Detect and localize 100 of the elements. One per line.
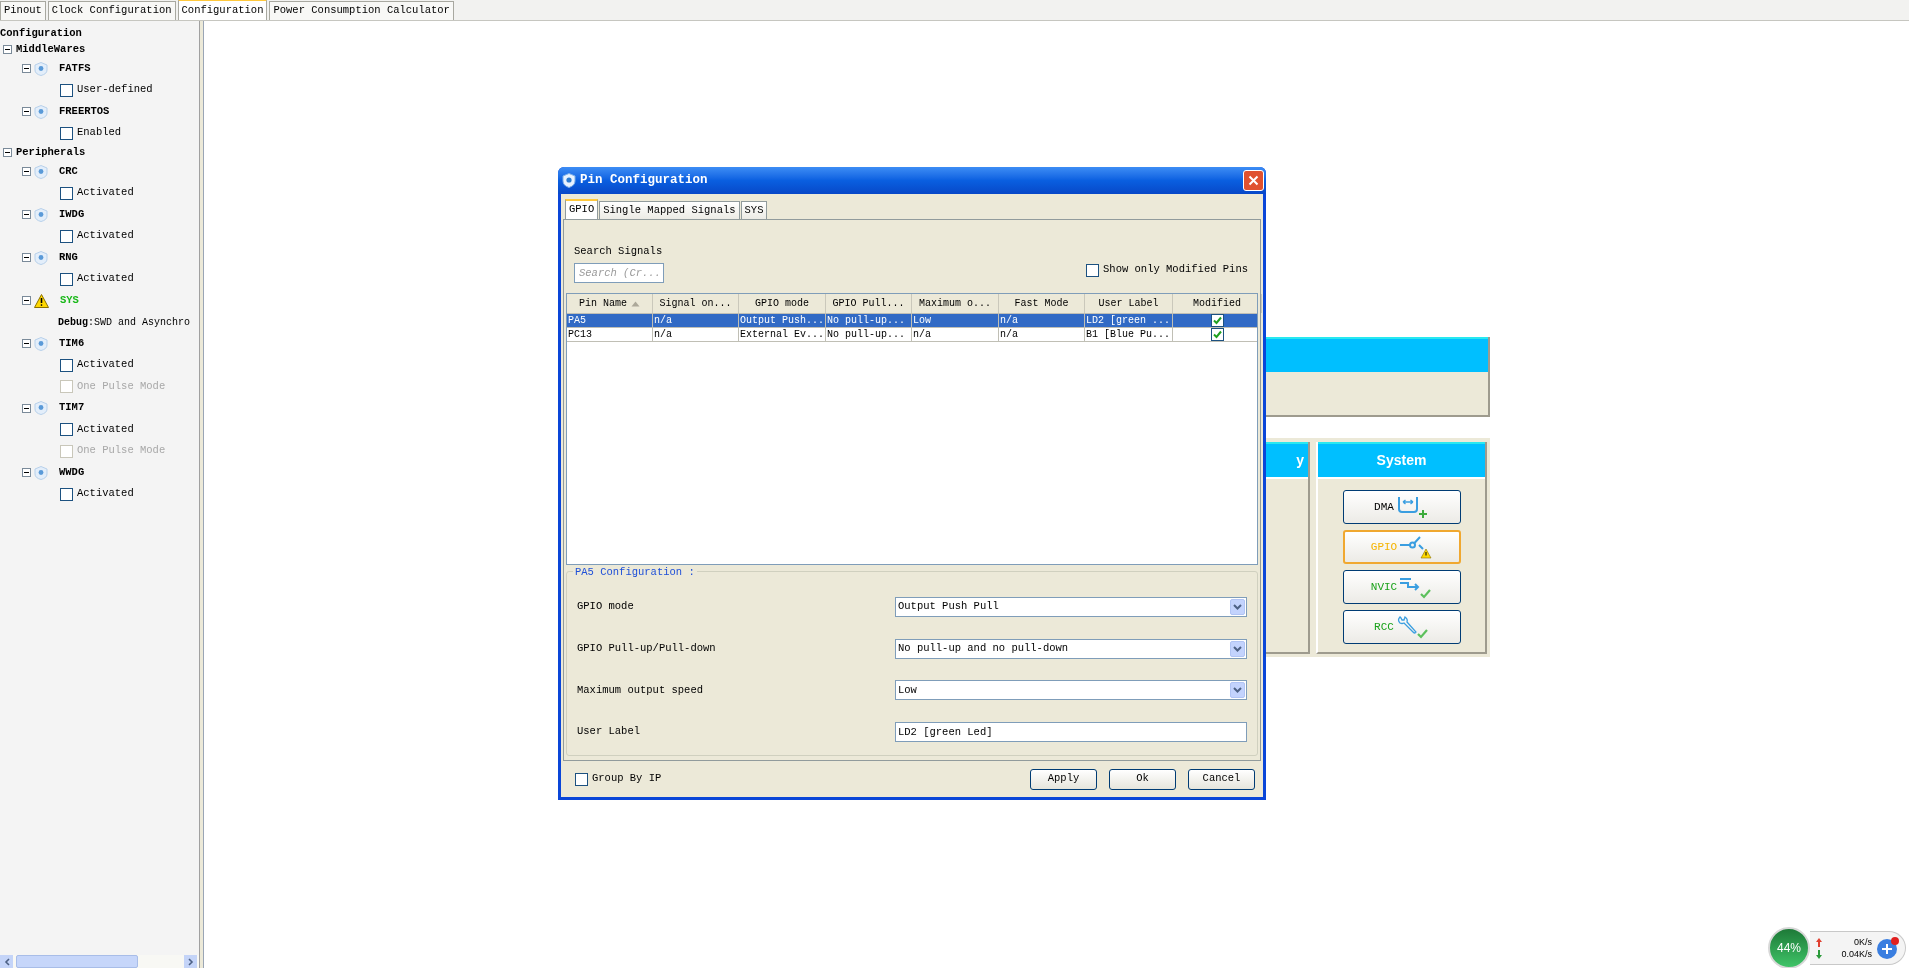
collapse-toggle[interactable] bbox=[22, 167, 31, 177]
table-row[interactable]: PA5 n/a Output Push... No pull-up... Low n/a LD2 [green ... bbox=[567, 314, 1257, 328]
column-header[interactable]: GPIO Pull... bbox=[826, 294, 912, 313]
upload-speed: 0K/s bbox=[1853, 936, 1872, 948]
category-label[interactable]: MiddleWares bbox=[16, 41, 86, 58]
field-label: Maximum output speed bbox=[577, 682, 704, 698]
scrollbar-thumb[interactable] bbox=[16, 955, 138, 968]
option-label: Activated bbox=[77, 421, 134, 437]
upload-arrow-icon bbox=[1816, 937, 1822, 947]
transfer-icon bbox=[1395, 495, 1429, 519]
dialog-tab[interactable]: SYS bbox=[740, 201, 768, 219]
search-field[interactable]: Search (Cr... bbox=[574, 263, 664, 283]
checkbox[interactable] bbox=[575, 772, 588, 786]
dropdown-field[interactable]: Low bbox=[895, 680, 1247, 701]
column-header[interactable]: GPIO mode bbox=[739, 294, 826, 313]
module-label[interactable]: WWDG bbox=[59, 464, 85, 481]
close-button[interactable] bbox=[1243, 170, 1264, 191]
table-cell: LD2 [green ... bbox=[1085, 314, 1173, 327]
scroll-left-button[interactable] bbox=[0, 955, 13, 968]
modified-checkbox[interactable] bbox=[1211, 314, 1224, 327]
dialog-button[interactable]: Cancel bbox=[1188, 768, 1255, 790]
add-icon[interactable] bbox=[1876, 936, 1900, 960]
main-tab[interactable]: Pinout bbox=[0, 1, 46, 20]
column-header[interactable]: User Label bbox=[1085, 294, 1173, 313]
dropdown-field[interactable]: Output Push Pull bbox=[895, 596, 1247, 617]
panel-title: y bbox=[1296, 451, 1304, 470]
checkbox[interactable] bbox=[1086, 263, 1100, 277]
wrench-icon bbox=[1395, 615, 1429, 639]
search-label: Search Signals bbox=[574, 244, 664, 260]
module-label[interactable]: IWDG bbox=[59, 206, 85, 223]
option-label: Activated bbox=[77, 486, 134, 502]
scroll-right-button[interactable] bbox=[184, 955, 197, 968]
collapse-toggle[interactable] bbox=[3, 148, 12, 157]
checkbox[interactable] bbox=[60, 487, 73, 501]
option-label: User-defined bbox=[77, 82, 153, 98]
field-label: GPIO Pull-up/Pull-down bbox=[577, 640, 716, 656]
module-label[interactable]: FREERTOS bbox=[59, 103, 110, 120]
chevron-down-icon bbox=[1230, 640, 1245, 657]
collapse-toggle[interactable] bbox=[22, 339, 31, 349]
option-label: One Pulse Mode bbox=[77, 443, 166, 459]
module-label[interactable]: RNG bbox=[59, 249, 78, 266]
collapse-toggle[interactable] bbox=[22, 403, 31, 413]
option-label: One Pulse Mode bbox=[77, 378, 166, 394]
option-label: Activated bbox=[77, 271, 134, 287]
panel-title: System bbox=[1376, 451, 1427, 470]
main-tab[interactable]: Power Consumption Calculator bbox=[269, 1, 454, 20]
checkbox[interactable] bbox=[60, 229, 73, 243]
table-cell: PC13 bbox=[567, 328, 653, 341]
category-label[interactable]: Peripherals bbox=[16, 144, 86, 161]
module-label[interactable]: CRC bbox=[59, 163, 78, 180]
collapse-toggle[interactable] bbox=[22, 296, 31, 306]
checkbox[interactable] bbox=[60, 423, 73, 437]
collapse-toggle[interactable] bbox=[3, 45, 12, 54]
table-cell: B1 [Blue Pu... bbox=[1085, 328, 1173, 341]
chevron-left-icon bbox=[3, 957, 10, 966]
text-field[interactable]: LD2 [green Led] bbox=[895, 722, 1247, 743]
collapse-toggle[interactable] bbox=[22, 253, 31, 263]
dialog-tab[interactable]: Single Mapped Signals bbox=[599, 201, 740, 219]
main-tab[interactable]: Configuration bbox=[177, 0, 268, 20]
column-header[interactable]: Pin Name bbox=[567, 294, 653, 313]
field-label: User Label bbox=[577, 724, 640, 740]
checkbox[interactable] bbox=[60, 272, 73, 286]
peripheral-button[interactable]: DMA bbox=[1342, 490, 1461, 524]
dialog-button[interactable]: Ok bbox=[1109, 768, 1176, 790]
checkbox[interactable] bbox=[60, 186, 73, 200]
checkbox[interactable] bbox=[60, 83, 73, 97]
main-tab[interactable]: Clock Configuration bbox=[47, 1, 176, 20]
checkbox-label: Group By IP bbox=[592, 771, 662, 787]
dialog-button[interactable]: Apply bbox=[1030, 768, 1097, 790]
network-widget[interactable]: 0K/s 0.04K/s bbox=[1810, 931, 1906, 965]
dialog-tab[interactable]: GPIO bbox=[565, 199, 599, 219]
module-label[interactable]: TIM6 bbox=[59, 335, 85, 352]
column-header[interactable]: Modified bbox=[1173, 294, 1262, 313]
table-cell: n/a bbox=[653, 328, 739, 341]
module-label[interactable]: FATFS bbox=[59, 60, 91, 77]
dropdown-field[interactable]: No pull-up and no pull-down bbox=[895, 638, 1247, 659]
chevron-down-icon bbox=[1230, 682, 1245, 699]
close-icon bbox=[1248, 175, 1259, 186]
table-cell: n/a bbox=[912, 328, 999, 341]
table-cell: n/a bbox=[999, 328, 1085, 341]
collapse-toggle[interactable] bbox=[22, 468, 31, 478]
table-row[interactable]: PC13 n/a External Ev... No pull-up... n/a n/a B1 [Blue Pu... bbox=[567, 328, 1257, 342]
collapse-toggle[interactable] bbox=[22, 210, 31, 220]
module-label[interactable]: TIM7 bbox=[59, 400, 85, 417]
checkbox[interactable] bbox=[60, 358, 73, 372]
window-title: Pin Configuration bbox=[580, 172, 709, 190]
table-cell: No pull-up... bbox=[826, 314, 912, 327]
table-cell: External Ev... bbox=[739, 328, 826, 341]
modified-checkbox[interactable] bbox=[1211, 328, 1224, 341]
option-label: Activated bbox=[77, 228, 134, 244]
collapse-toggle[interactable] bbox=[22, 107, 31, 117]
column-header[interactable]: Fast Mode bbox=[999, 294, 1085, 313]
column-header[interactable]: Maximum o... bbox=[912, 294, 999, 313]
option-label: Activated bbox=[77, 185, 134, 201]
download-arrow-icon bbox=[1816, 949, 1822, 959]
table-cell: PA5 bbox=[567, 314, 653, 327]
checkbox[interactable] bbox=[60, 126, 73, 140]
table-cell: n/a bbox=[653, 314, 739, 327]
collapse-toggle[interactable] bbox=[22, 64, 31, 74]
column-header[interactable]: Signal on... bbox=[653, 294, 739, 313]
